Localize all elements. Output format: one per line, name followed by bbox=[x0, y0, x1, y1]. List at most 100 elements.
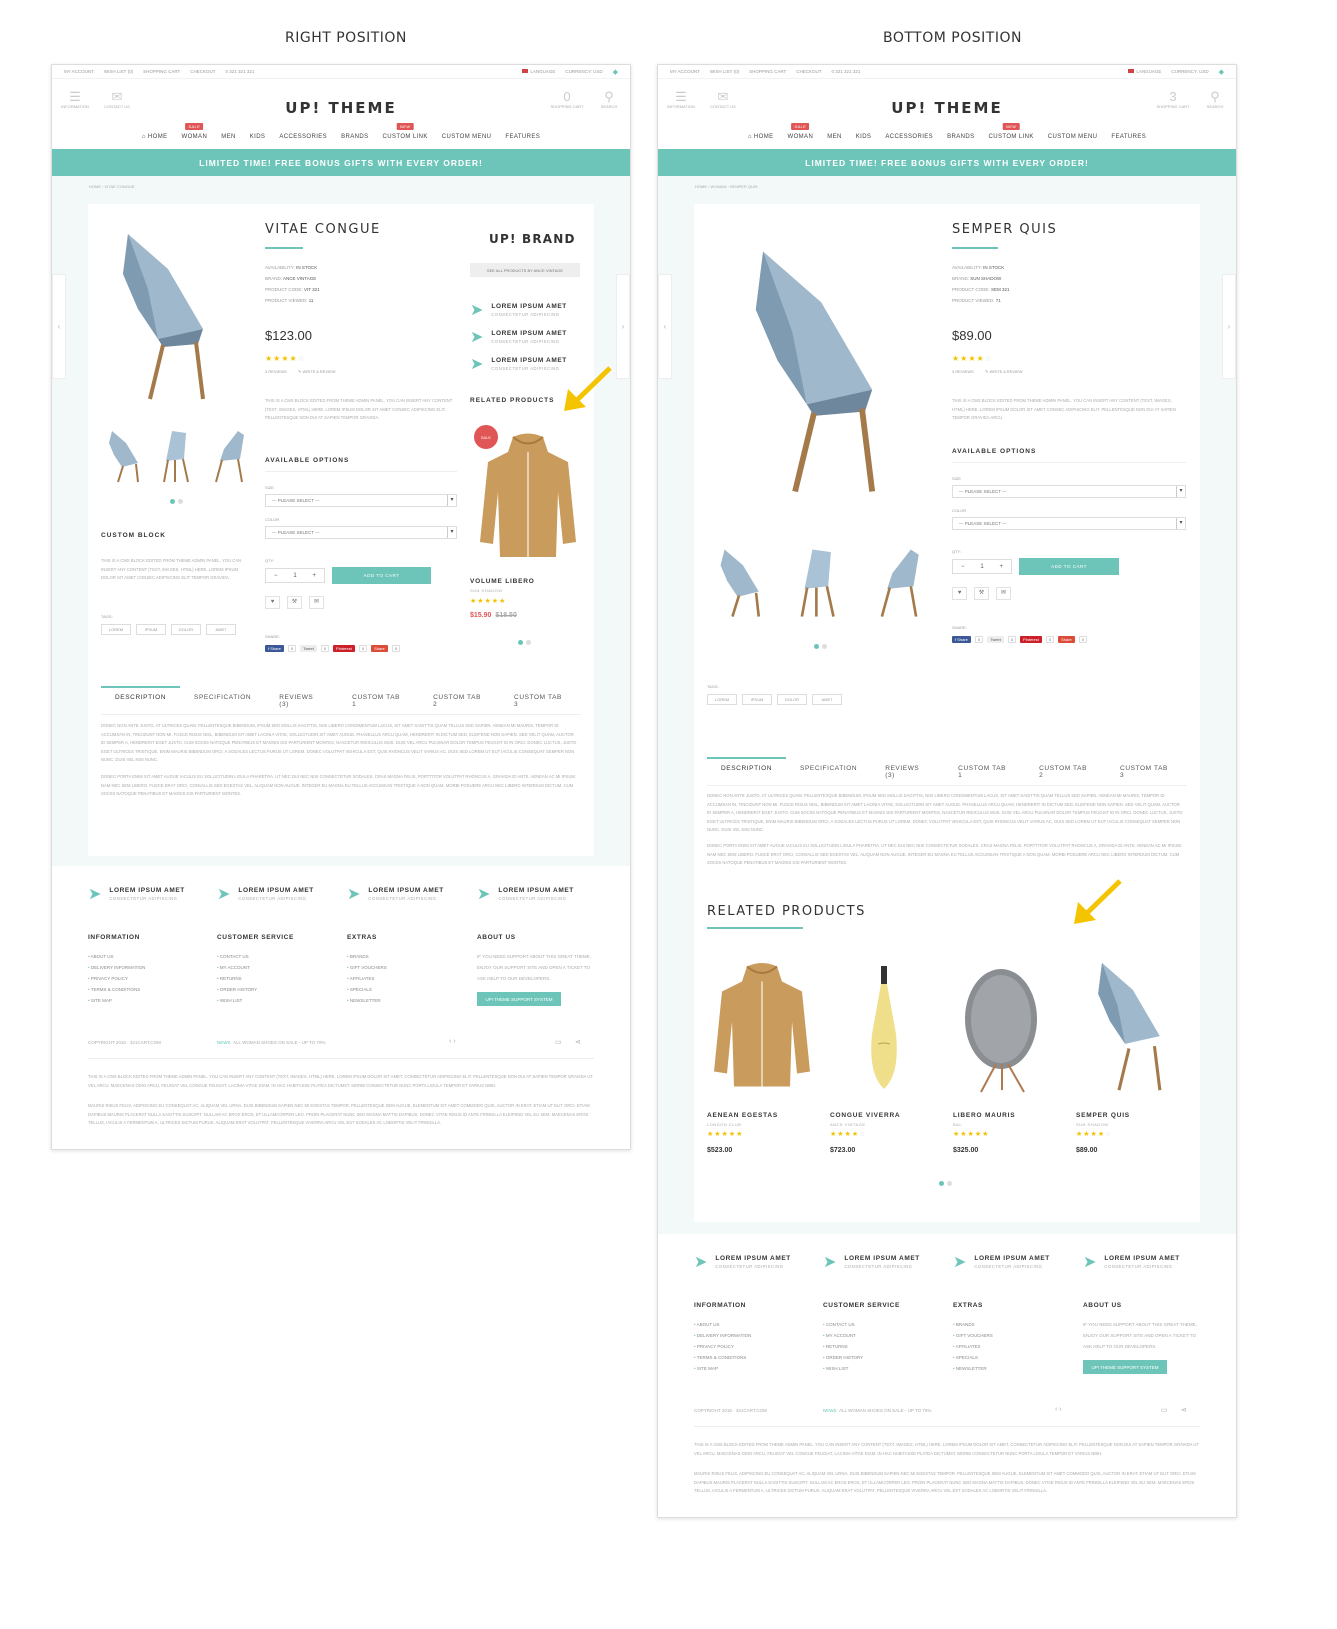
pager-dot[interactable] bbox=[170, 499, 175, 504]
tag-ipsum[interactable]: IPSUM bbox=[742, 694, 772, 705]
related-product-name[interactable]: CONGUE VIVERRA bbox=[830, 1112, 900, 1119]
related-pager[interactable] bbox=[939, 1181, 952, 1186]
thumbnail-2[interactable] bbox=[794, 542, 844, 624]
footer-link[interactable]: RETURNS bbox=[823, 1341, 943, 1352]
footer-link[interactable]: SPECIALS bbox=[953, 1352, 1073, 1363]
footer-link[interactable]: WISH LIST bbox=[217, 995, 337, 1006]
minus-icon[interactable]: − bbox=[274, 573, 278, 579]
size-select[interactable]: --- PLEASE SELECT --- bbox=[952, 485, 1186, 498]
tab-custom-1[interactable]: CUSTOM TAB 1 bbox=[944, 765, 1025, 785]
footer-link[interactable]: AFFILIATES bbox=[347, 973, 467, 984]
nav-accessories[interactable]: ACCESSORIES bbox=[279, 134, 327, 149]
plus-icon[interactable]: + bbox=[1000, 564, 1004, 570]
tag-amet[interactable]: AMET bbox=[206, 624, 236, 635]
footer-link[interactable]: ABOUT US bbox=[694, 1319, 814, 1330]
nav-home[interactable]: ⌂ HOME bbox=[142, 134, 168, 149]
related-product-image-1[interactable] bbox=[712, 959, 812, 1094]
tab-specification[interactable]: SPECIFICATION bbox=[786, 765, 871, 785]
footer-link[interactable]: DELIVERY INFORMATION bbox=[694, 1330, 814, 1341]
product-main-image[interactable] bbox=[108, 229, 218, 404]
footer-link[interactable]: TERMS & CONDITIONS bbox=[694, 1352, 814, 1363]
nav-woman[interactable]: SALE WOMAN bbox=[182, 123, 208, 149]
pager-dot[interactable] bbox=[518, 640, 523, 645]
footer-link[interactable]: MY ACCOUNT bbox=[217, 962, 337, 973]
pager-dot[interactable] bbox=[814, 644, 819, 649]
tab-specification[interactable]: SPECIFICATION bbox=[180, 694, 265, 714]
nav-custom-link[interactable]: NEW CUSTOM LINK bbox=[383, 123, 428, 149]
search-button[interactable]: ⚲ SEARCH bbox=[592, 89, 626, 109]
footer-link[interactable]: ABOUT US bbox=[88, 951, 208, 962]
footer-link[interactable]: NEWSLETTER bbox=[953, 1363, 1073, 1374]
footer-link[interactable]: TERMS & CONDITIONS bbox=[88, 984, 208, 995]
breadcrumb[interactable]: HOME › VITAE CONGUE bbox=[89, 184, 134, 189]
tweet-button[interactable]: Tweet bbox=[300, 645, 317, 652]
footer-link[interactable]: AFFILIATES bbox=[953, 1341, 1073, 1352]
email-icon[interactable]: ✉ bbox=[309, 596, 324, 609]
reviews-link[interactable]: 3 REVIEWS bbox=[952, 369, 974, 374]
next-product-arrow[interactable]: › bbox=[616, 274, 630, 379]
pinterest-button[interactable]: Pinterest bbox=[1020, 636, 1042, 643]
nav-features[interactable]: FEATURES bbox=[1111, 134, 1146, 149]
related-product-image-4[interactable] bbox=[1084, 959, 1174, 1094]
thumbnail-1[interactable] bbox=[714, 542, 764, 624]
related-product-name[interactable]: SEMPER QUIS bbox=[1076, 1112, 1130, 1119]
write-review-link[interactable]: ✎ WRITE A REVIEW bbox=[985, 369, 1023, 374]
footer-link[interactable]: ORDER HISTORY bbox=[823, 1352, 943, 1363]
product-main-image[interactable] bbox=[734, 234, 894, 509]
nav-custom-menu[interactable]: CUSTOM MENU bbox=[442, 134, 492, 149]
nav-accessories[interactable]: ACCESSORIES bbox=[885, 134, 933, 149]
color-select[interactable]: --- PLEASE SELECT --- bbox=[265, 526, 457, 539]
compare-icon[interactable]: ⚒ bbox=[287, 596, 302, 609]
tag-lorem[interactable]: LOREM bbox=[101, 624, 131, 635]
tag-ipsum[interactable]: IPSUM bbox=[136, 624, 166, 635]
footer-link[interactable]: SITE MAP bbox=[694, 1363, 814, 1374]
tag-amet[interactable]: AMET bbox=[812, 694, 842, 705]
tab-custom-2[interactable]: CUSTOM TAB 2 bbox=[419, 694, 500, 714]
wishlist-heart-icon[interactable]: ♥ bbox=[265, 596, 280, 609]
minus-icon[interactable]: − bbox=[961, 564, 965, 570]
thumbnail-3[interactable] bbox=[874, 542, 924, 624]
footer-link[interactable]: NEWSLETTER bbox=[347, 995, 467, 1006]
footer-link[interactable]: WISH LIST bbox=[823, 1363, 943, 1374]
tag-dolor[interactable]: DOLOR bbox=[777, 694, 807, 705]
footer-link[interactable]: MY ACCOUNT bbox=[823, 1330, 943, 1341]
thumbnail-1[interactable] bbox=[104, 429, 142, 484]
thumbnail-3[interactable] bbox=[210, 429, 248, 484]
pinterest-button[interactable]: Pinterest bbox=[333, 645, 355, 652]
logo[interactable]: UP! THEME bbox=[52, 99, 630, 117]
footer-link[interactable]: ORDER HISTORY bbox=[217, 984, 337, 995]
currency-selector[interactable]: CURRENCY: USD bbox=[1171, 69, 1208, 74]
wishlist-link[interactable]: WISH LIST (0) bbox=[104, 69, 133, 74]
tab-description[interactable]: DESCRIPTION bbox=[707, 757, 787, 785]
quantity-stepper[interactable]: − 1 + bbox=[265, 568, 325, 583]
nav-kids[interactable]: KIDS bbox=[250, 134, 266, 149]
see-all-brand-button[interactable]: SEE ALL PRODUCTS BY ANCE VINTAGE bbox=[470, 263, 580, 277]
pager-dot[interactable] bbox=[947, 1181, 952, 1186]
size-select[interactable]: --- PLEASE SELECT --- bbox=[265, 494, 457, 507]
thumbnail-pager[interactable] bbox=[170, 499, 183, 504]
pager-dot[interactable] bbox=[939, 1181, 944, 1186]
quantity-stepper[interactable]: − 1 + bbox=[952, 559, 1012, 574]
tag-dolor[interactable]: DOLOR bbox=[171, 624, 201, 635]
footer-link[interactable]: SITE MAP bbox=[88, 995, 208, 1006]
nav-men[interactable]: MEN bbox=[827, 134, 842, 149]
promo-banner[interactable]: LIMITED TIME! FREE BONUS GIFTS WITH EVER… bbox=[658, 149, 1236, 176]
wishlist-link[interactable]: WISH LIST (0) bbox=[710, 69, 739, 74]
tab-custom-3[interactable]: CUSTOM TAB 3 bbox=[500, 694, 581, 714]
my-account-link[interactable]: MY ACCOUNT bbox=[64, 69, 94, 74]
prev-product-arrow[interactable]: ‹ bbox=[658, 274, 672, 379]
nav-custom-menu[interactable]: CUSTOM MENU bbox=[1048, 134, 1098, 149]
add-to-cart-button[interactable]: ADD TO CART bbox=[332, 567, 431, 584]
cart-button[interactable]: 3 SHOPPING CART bbox=[1156, 89, 1190, 109]
news-ticker[interactable]: NEWS ALL WOMAN SHOES ON SALE - UP TO 70% bbox=[217, 1040, 325, 1045]
tab-custom-2[interactable]: CUSTOM TAB 2 bbox=[1025, 765, 1106, 785]
pager-dot[interactable] bbox=[822, 644, 827, 649]
search-button[interactable]: ⚲ SEARCH bbox=[1198, 89, 1232, 109]
news-arrows[interactable]: ‹ › bbox=[449, 1038, 456, 1045]
footer-link[interactable]: RETURNS bbox=[217, 973, 337, 984]
news-ticker[interactable]: NEWS ALL WOMAN SHOES ON SALE - UP TO 70% bbox=[823, 1408, 931, 1413]
footer-link[interactable]: GIFT VOUCHERS bbox=[953, 1330, 1073, 1341]
tab-reviews[interactable]: REVIEWS (3) bbox=[265, 694, 338, 714]
related-pager[interactable] bbox=[518, 640, 531, 645]
share-icon[interactable]: ⋖ bbox=[1181, 1406, 1187, 1414]
